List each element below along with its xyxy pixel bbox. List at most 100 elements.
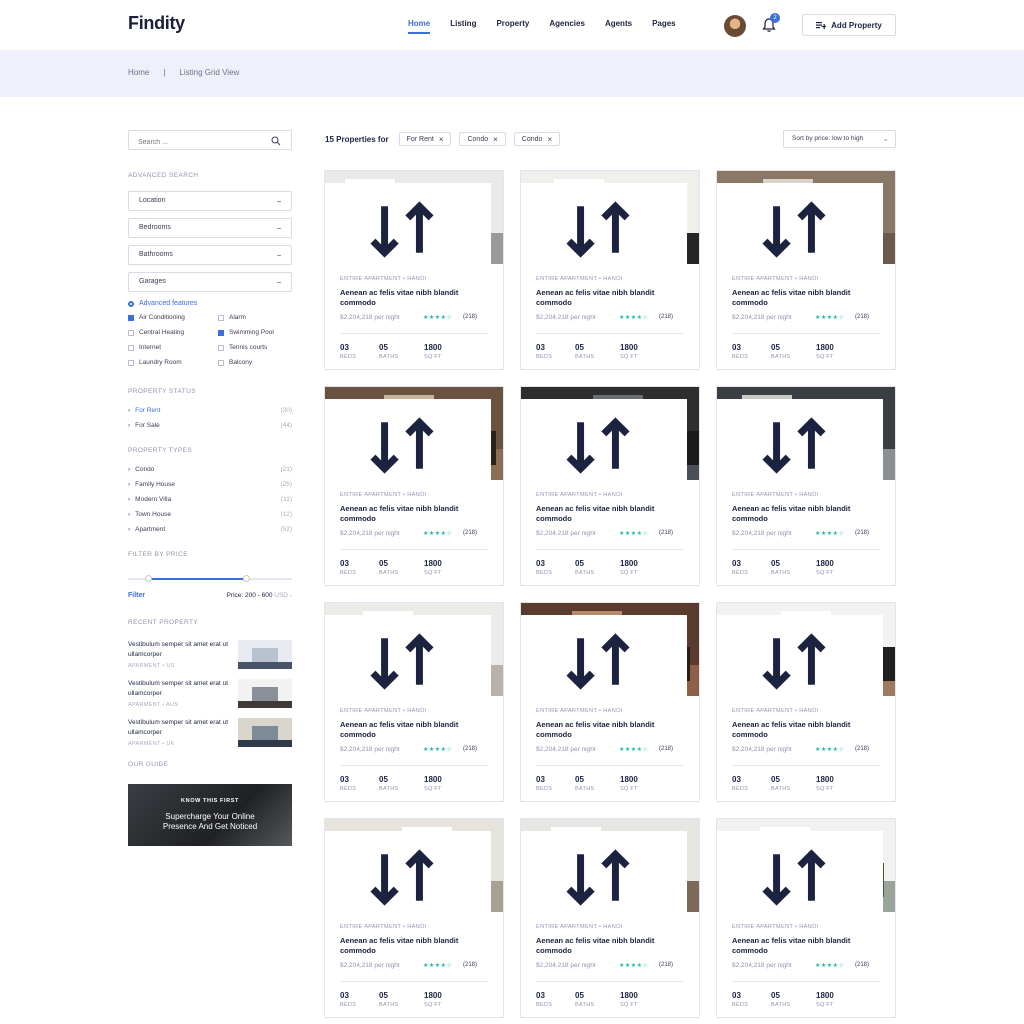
compare-icon[interactable] xyxy=(325,183,491,264)
slider-max-handle[interactable] xyxy=(243,575,251,582)
feature-checkbox[interactable]: Internet xyxy=(128,344,218,351)
property-image[interactable]: 12 MONTHS xyxy=(521,387,699,480)
location-select[interactable]: Location xyxy=(128,191,292,211)
nav-agencies[interactable]: Agencies xyxy=(549,19,585,34)
filter-tag[interactable]: Condo × xyxy=(513,132,561,146)
compare-icon[interactable] xyxy=(717,183,883,264)
property-title[interactable]: Aenean ac felis vitae nibh blandit commo… xyxy=(536,720,686,740)
property-card[interactable]: 12 MONTHS ENTIRE APARTMENT • HANOI Aenean … xyxy=(324,818,504,1018)
compare-icon[interactable] xyxy=(717,831,883,912)
recent-thumbnail[interactable] xyxy=(238,679,292,708)
filter-button[interactable]: Filter xyxy=(128,592,145,599)
nav-home[interactable]: Home xyxy=(408,19,431,34)
property-image[interactable]: 12 MONTHS xyxy=(521,819,699,912)
recent-property-item[interactable]: Vestibulum semper sit amet erat ut ullam… xyxy=(128,679,292,708)
compare-icon[interactable] xyxy=(717,399,883,480)
nav-agents[interactable]: Agents xyxy=(605,19,632,34)
property-card[interactable]: 12 MONTHS ENTIRE APARTMENT • HANOI Aenean … xyxy=(520,602,700,802)
slider-min-handle[interactable] xyxy=(144,575,152,582)
currency-select[interactable]: USD xyxy=(274,592,288,599)
price-slider[interactable] xyxy=(128,574,292,584)
recent-thumbnail[interactable] xyxy=(238,718,292,747)
compare-icon[interactable] xyxy=(521,615,687,696)
brand-logo[interactable]: Findity xyxy=(128,13,185,34)
breadcrumb-home[interactable]: Home xyxy=(128,68,149,77)
feature-checkbox[interactable]: Balcony xyxy=(218,359,292,366)
property-image[interactable]: 12 MONTHS xyxy=(325,819,503,912)
property-title[interactable]: Aenean ac felis vitae nibh blandit commo… xyxy=(536,288,686,308)
property-image[interactable]: 12 MONTHS xyxy=(325,171,503,264)
search-input[interactable] xyxy=(129,133,259,152)
type-item[interactable]: Apartment (52) xyxy=(128,526,292,533)
bathrooms-select[interactable]: Bathrooms xyxy=(128,245,292,265)
checkbox-icon[interactable] xyxy=(128,314,134,321)
property-title[interactable]: Aenean ac felis vitae nibh blandit commo… xyxy=(340,504,490,524)
property-card[interactable]: 12 MONTHS ENTIRE APARTMENT • HANOI Aenean … xyxy=(716,386,896,586)
recent-title[interactable]: Vestibulum semper sit amet erat ut ullam… xyxy=(128,718,232,738)
property-card[interactable]: 12 MONTHS ENTIRE APARTMENT • HANOI Aenean … xyxy=(324,602,504,802)
compare-icon[interactable] xyxy=(521,831,687,912)
property-card[interactable]: 12 MONTHS ENTIRE APARTMENT • HANOI Aenean … xyxy=(324,170,504,370)
recent-property-item[interactable]: Vestibulum semper sit amet erat ut ullam… xyxy=(128,640,292,669)
recent-title[interactable]: Vestibulum semper sit amet erat ut ullam… xyxy=(128,640,232,660)
property-card[interactable]: 12 MONTHS ENTIRE APARTMENT • HANOI Aenean … xyxy=(520,386,700,586)
checkbox-icon[interactable] xyxy=(218,329,224,336)
recent-title[interactable]: Vestibulum semper sit amet erat ut ullam… xyxy=(128,679,232,699)
property-image[interactable]: 12 MONTHS xyxy=(521,171,699,264)
checkbox-icon[interactable] xyxy=(128,359,134,366)
compare-icon[interactable] xyxy=(325,615,491,696)
checkbox-icon[interactable] xyxy=(218,344,224,351)
compare-icon[interactable] xyxy=(325,399,491,480)
property-title[interactable]: Aenean ac felis vitae nibh blandit commo… xyxy=(340,936,490,956)
type-item[interactable]: Condo (21) xyxy=(128,466,292,473)
status-item[interactable]: For Rent (20) xyxy=(128,407,292,414)
feature-checkbox[interactable]: Central Heating xyxy=(128,329,218,336)
property-image[interactable]: 12 MONTHS xyxy=(325,603,503,696)
type-item[interactable]: Family House (25) xyxy=(128,481,292,488)
property-title[interactable]: Aenean ac felis vitae nibh blandit commo… xyxy=(732,936,882,956)
property-title[interactable]: Aenean ac felis vitae nibh blandit commo… xyxy=(732,504,882,524)
checkbox-icon[interactable] xyxy=(218,314,224,321)
garages-select[interactable]: Garages xyxy=(128,272,292,292)
compare-icon[interactable] xyxy=(521,183,687,264)
property-title[interactable]: Aenean ac felis vitae nibh blandit commo… xyxy=(340,288,490,308)
type-item[interactable]: Modern Villa (11) xyxy=(128,496,292,503)
property-card[interactable]: 12 MONTHS ENTIRE APARTMENT • HANOI Aenean … xyxy=(520,170,700,370)
feature-checkbox[interactable]: Laundry Room xyxy=(128,359,218,366)
property-title[interactable]: Aenean ac felis vitae nibh blandit commo… xyxy=(536,504,686,524)
type-item[interactable]: Town House (12) xyxy=(128,511,292,518)
property-image[interactable]: 12 MONTHS xyxy=(717,603,895,696)
advanced-features-toggle[interactable]: Advanced features xyxy=(128,300,292,307)
property-image[interactable]: 12 MONTHS xyxy=(325,387,503,480)
bedrooms-select[interactable]: Bedrooms xyxy=(128,218,292,238)
property-image[interactable]: 12 MONTHS xyxy=(521,603,699,696)
status-item[interactable]: For Sale (44) xyxy=(128,422,292,429)
property-card[interactable]: 12 MONTHS ENTIRE APARTMENT • HANOI Aenean … xyxy=(520,818,700,1018)
property-card[interactable]: 12 MONTHS ENTIRE APARTMENT • HANOI Aenean … xyxy=(324,386,504,586)
property-title[interactable]: Aenean ac felis vitae nibh blandit commo… xyxy=(536,936,686,956)
recent-property-item[interactable]: Vestibulum semper sit amet erat ut ullam… xyxy=(128,718,292,747)
property-title[interactable]: Aenean ac felis vitae nibh blandit commo… xyxy=(340,720,490,740)
close-icon[interactable]: × xyxy=(547,135,552,144)
nav-property[interactable]: Property xyxy=(496,19,529,34)
add-property-button[interactable]: Add Property xyxy=(802,14,896,36)
property-image[interactable]: 12 MONTHS xyxy=(717,171,895,264)
compare-icon[interactable] xyxy=(325,831,491,912)
feature-checkbox[interactable]: Alarm xyxy=(218,314,292,321)
property-image[interactable]: 12 MONTHS xyxy=(717,387,895,480)
property-card[interactable]: 12 MONTHS ENTIRE APARTMENT • HANOI Aenean … xyxy=(716,170,896,370)
user-avatar[interactable] xyxy=(724,15,746,37)
recent-thumbnail[interactable] xyxy=(238,640,292,669)
checkbox-icon[interactable] xyxy=(128,344,134,351)
nav-pages[interactable]: Pages xyxy=(652,19,676,34)
property-image[interactable]: 12 MONTHS xyxy=(717,819,895,912)
checkbox-icon[interactable] xyxy=(128,329,134,336)
feature-checkbox[interactable]: Swimming Pool xyxy=(218,329,292,336)
nav-listing[interactable]: Listing xyxy=(450,19,476,34)
property-title[interactable]: Aenean ac felis vitae nibh blandit commo… xyxy=(732,288,882,308)
sort-select[interactable]: Sort by price: low to high ⌄ xyxy=(783,130,896,148)
close-icon[interactable]: × xyxy=(439,135,444,144)
property-title[interactable]: Aenean ac felis vitae nibh blandit commo… xyxy=(732,720,882,740)
feature-checkbox[interactable]: Air Conditioning xyxy=(128,314,218,321)
property-card[interactable]: 12 MONTHS ENTIRE APARTMENT • HANOI Aenean … xyxy=(716,602,896,802)
